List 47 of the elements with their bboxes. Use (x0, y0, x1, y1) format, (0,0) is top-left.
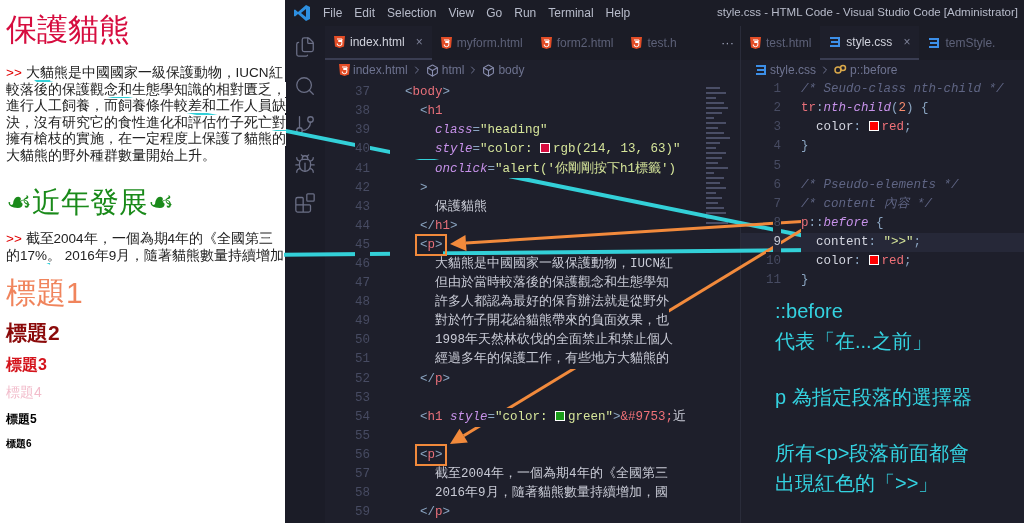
tab-label: index.html (350, 34, 405, 51)
editor-tab[interactable]: form2.html (531, 26, 623, 60)
breadcrumb-item[interactable]: html (441, 61, 465, 79)
annotation-text: 出現紅色的「>>」 (775, 471, 940, 497)
breadcrumb-item[interactable]: style.css (770, 61, 816, 79)
editor-tab[interactable]: myform.html (431, 26, 532, 60)
paragraph: >> 大貓熊是中國國家一級保護動物，IUCN紅 較落後的保護觀念和生態學知識的相對匱乏， 進行人工飼養，而飼養條件較差和工作人員缺 決，沒有研究它的食性進化和評估竹子死亡對 擁有槍枝的實施，在一定程度上保護了貓熊的 大貓熊的野外種群數量開始上升。 (6, 65, 285, 164)
menu-item[interactable]: Run (514, 4, 537, 22)
tab-label: test.html (766, 35, 812, 52)
heading: 標題1 (6, 278, 84, 308)
annotation-text: ::before (775, 299, 844, 325)
menu-item[interactable]: File (323, 4, 343, 22)
annotation-text: 所有<p>段落前面都會 (775, 441, 971, 467)
menu-item[interactable]: Terminal (548, 4, 594, 22)
annotation-text: 代表「在...之前」 (775, 329, 933, 355)
line-number: 9 (773, 232, 781, 252)
tab-label: test.h (647, 35, 677, 52)
menu-item[interactable]: Go (486, 4, 503, 22)
editor-tab[interactable]: test.h (622, 26, 686, 60)
heading: 標題4 (6, 385, 43, 399)
tab-label: temStyle. (945, 35, 996, 52)
section-heading: ☙近年發展☙ (6, 188, 175, 217)
breadcrumb-item[interactable]: p::before (850, 61, 898, 79)
heading: 標題3 (6, 357, 48, 373)
annotation-text: p 為指定段落的選擇器 (775, 385, 973, 411)
breadcrumb-item[interactable]: body (498, 61, 525, 79)
menu-item[interactable]: Help (605, 4, 631, 22)
breadcrumb-item[interactable]: index.html (353, 61, 408, 79)
tab-label: style.css (846, 34, 893, 51)
heading: 標題5 (6, 413, 38, 425)
paragraph: >> 截至2004年，一個為期4年的《全國第三 的17%。 2016年9月，隨著貓熊數量持續增加 (6, 231, 285, 264)
editor-tab[interactable]: index.html × (325, 26, 432, 60)
tab-label: myform.html (456, 35, 523, 52)
close-icon[interactable]: × (903, 33, 911, 51)
editor-tab[interactable]: test.html (741, 26, 821, 60)
close-icon[interactable]: × (415, 33, 423, 51)
window-title: style.css - HTML Code - Visual Studio Code [Administrator] (716, 5, 1018, 21)
heading: 標題6 (6, 439, 33, 449)
page-heading: 保護貓熊 (6, 14, 131, 45)
menu-item[interactable]: Selection (387, 4, 437, 22)
more-tabs-button[interactable]: ··· (721, 33, 734, 53)
editor-tab[interactable]: temStyle. (919, 26, 1005, 60)
heading: 標題2 (6, 322, 61, 343)
menu-item[interactable]: View (448, 4, 475, 22)
tab-label: form2.html (556, 35, 614, 52)
menu-item[interactable]: Edit (354, 4, 376, 22)
editor-tab[interactable]: style.css × (820, 26, 920, 60)
